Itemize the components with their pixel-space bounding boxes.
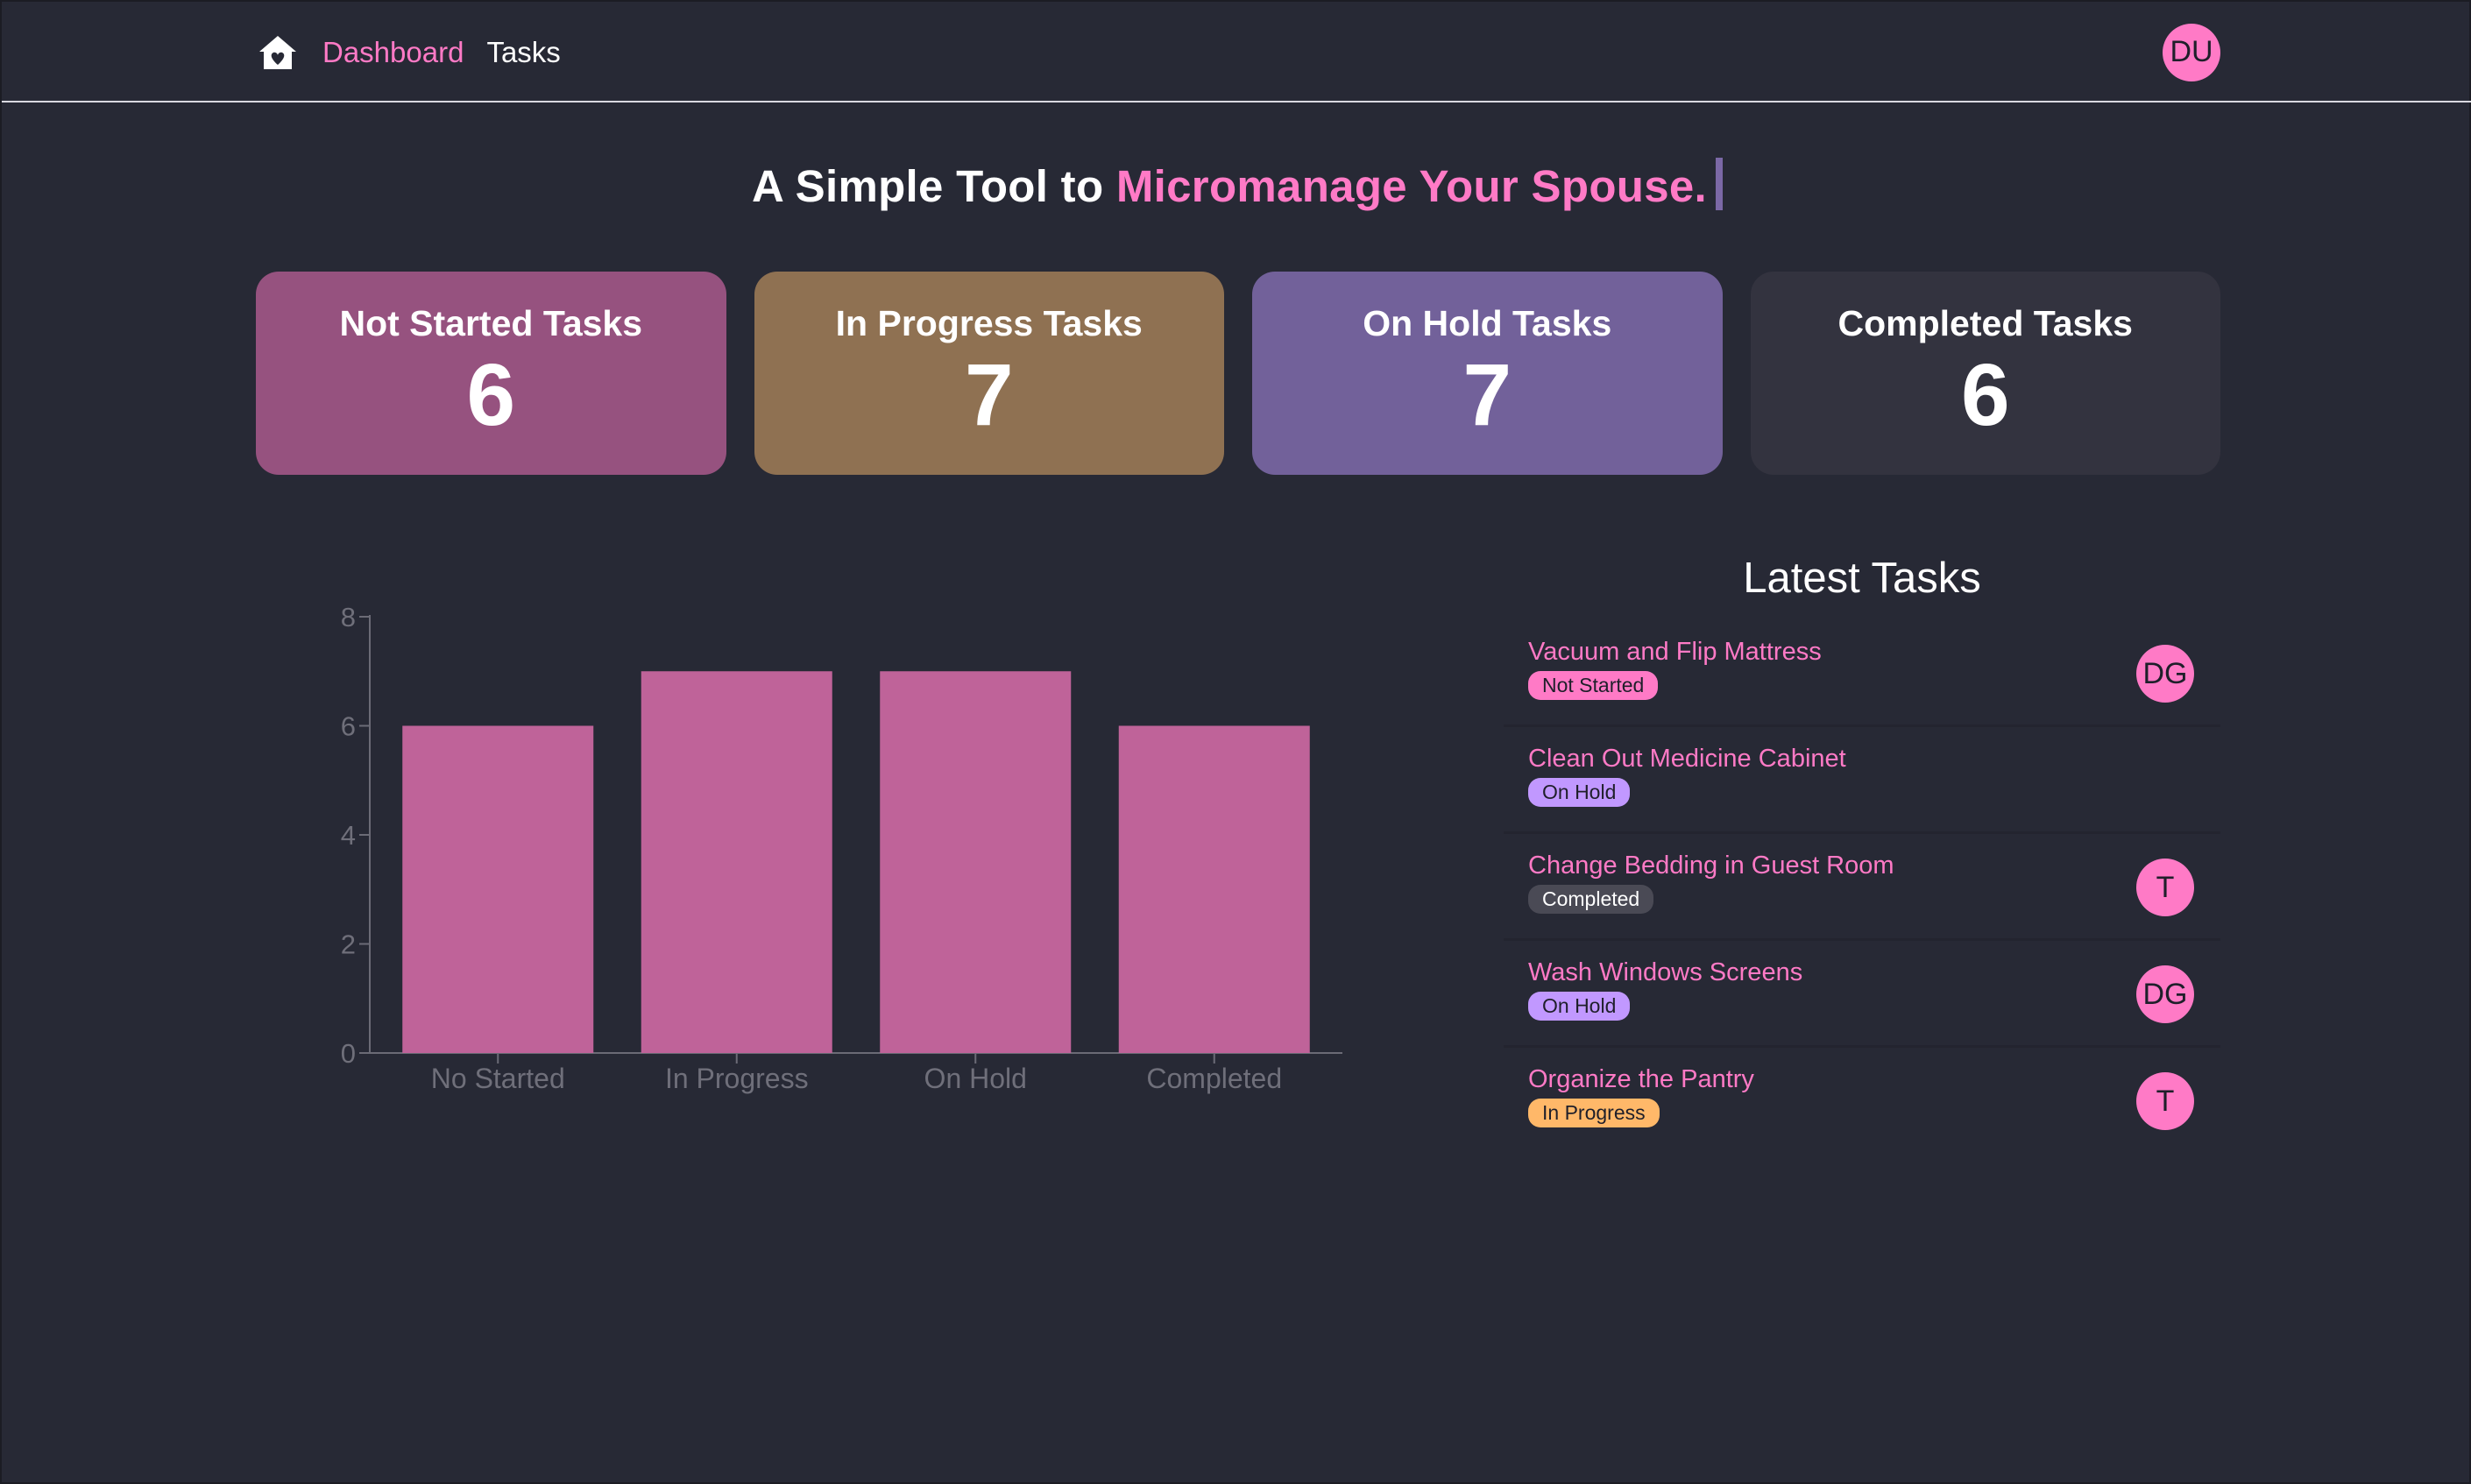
- nav-link-tasks[interactable]: Tasks: [486, 36, 560, 69]
- bar-on-hold: [880, 671, 1072, 1053]
- task-row[interactable]: Change Bedding in Guest Room Completed T: [1504, 834, 2220, 941]
- stat-card-not-started: Not Started Tasks 6: [256, 272, 726, 475]
- x-tick-label: Completed: [1146, 1063, 1282, 1094]
- stat-value: 7: [1462, 346, 1512, 444]
- x-tick-label: In Progress: [665, 1063, 809, 1094]
- stat-value: 7: [964, 346, 1014, 444]
- stat-title: Not Started Tasks: [339, 303, 643, 343]
- status-badge: On Hold: [1528, 778, 1631, 807]
- home-icon[interactable]: [256, 31, 300, 74]
- task-list: Vacuum and Flip Mattress Not Started DG …: [1504, 620, 2220, 1155]
- typing-caret: [1716, 158, 1724, 210]
- task-name[interactable]: Change Bedding in Guest Room: [1528, 852, 1894, 880]
- headline-accent: Micromanage Your Spouse.: [1115, 161, 1708, 211]
- navbar-inner: Dashboard Tasks DU: [256, 2, 2220, 102]
- stat-value: 6: [1960, 346, 2010, 444]
- status-badge: In Progress: [1528, 1099, 1660, 1127]
- stat-card-in-progress: In Progress Tasks 7: [754, 272, 1224, 475]
- stat-card-completed: Completed Tasks 6: [1750, 272, 2220, 475]
- task-name[interactable]: Vacuum and Flip Mattress: [1528, 638, 1822, 667]
- y-tick-label: 8: [341, 602, 356, 632]
- x-tick-label: No Started: [431, 1063, 565, 1094]
- assignee-avatar: DG: [2136, 965, 2194, 1023]
- y-tick-label: 4: [341, 820, 356, 851]
- assignee-avatar: T: [2136, 1072, 2194, 1130]
- stat-value: 6: [466, 346, 516, 444]
- x-tick-label: On Hold: [924, 1063, 1027, 1094]
- assignee-avatar: T: [2136, 859, 2194, 916]
- user-avatar[interactable]: DU: [2163, 23, 2220, 81]
- y-tick-label: 2: [341, 929, 356, 960]
- assignee-avatar: DG: [2136, 645, 2194, 703]
- y-tick-label: 6: [341, 711, 356, 742]
- task-row[interactable]: Clean Out Medicine Cabinet On Hold: [1504, 727, 2220, 834]
- stat-title: Completed Tasks: [1837, 303, 2133, 343]
- status-bar-chart: 0 2 4 6 8 No Started In Progress On Hold Complet…: [300, 571, 1369, 1114]
- status-badge: Not Started: [1528, 671, 1659, 700]
- latest-tasks-title: Latest Tasks: [1743, 555, 1981, 602]
- status-badge: On Hold: [1528, 992, 1631, 1021]
- status-badge: Completed: [1528, 885, 1654, 914]
- page-headline: A Simple Tool to Micromanage Your Spouse…: [2, 158, 2471, 212]
- task-name[interactable]: Clean Out Medicine Cabinet: [1528, 745, 1846, 774]
- nav-link-dashboard[interactable]: Dashboard: [322, 36, 464, 69]
- task-name[interactable]: Wash Windows Screens: [1528, 958, 1802, 987]
- stat-cards: Not Started Tasks 6 In Progress Tasks 7 …: [256, 272, 2220, 475]
- task-name[interactable]: Organize the Pantry: [1528, 1065, 1754, 1094]
- headline-prefix: A Simple Tool to: [751, 161, 1116, 211]
- stat-title: On Hold Tasks: [1363, 303, 1612, 343]
- task-row[interactable]: Organize the Pantry In Progress T: [1504, 1048, 2220, 1155]
- stat-card-on-hold: On Hold Tasks 7: [1252, 272, 1723, 475]
- bar-no-started: [402, 725, 594, 1053]
- task-row[interactable]: Wash Windows Screens On Hold DG: [1504, 941, 2220, 1048]
- chart-svg: 0 2 4 6 8 No Started In Progress On Hold Complet…: [341, 602, 1342, 1094]
- task-row[interactable]: Vacuum and Flip Mattress Not Started DG: [1504, 620, 2220, 727]
- latest-tasks-panel: Latest Tasks Vacuum and Flip Mattress No…: [1504, 554, 2220, 1155]
- bar-in-progress: [641, 671, 832, 1053]
- y-tick-label: 0: [341, 1038, 356, 1069]
- navbar: Dashboard Tasks DU: [2, 2, 2471, 102]
- stat-title: In Progress Tasks: [835, 303, 1143, 343]
- page: Dashboard Tasks DU A Simple Tool to Micr…: [0, 0, 2471, 1484]
- bar-completed: [1118, 725, 1310, 1053]
